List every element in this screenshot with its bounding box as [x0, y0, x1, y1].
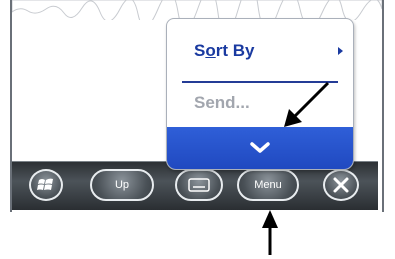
arrow-diagonal-icon	[284, 81, 330, 127]
annotation-layer	[262, 81, 330, 255]
arrow-up-icon	[262, 210, 278, 255]
